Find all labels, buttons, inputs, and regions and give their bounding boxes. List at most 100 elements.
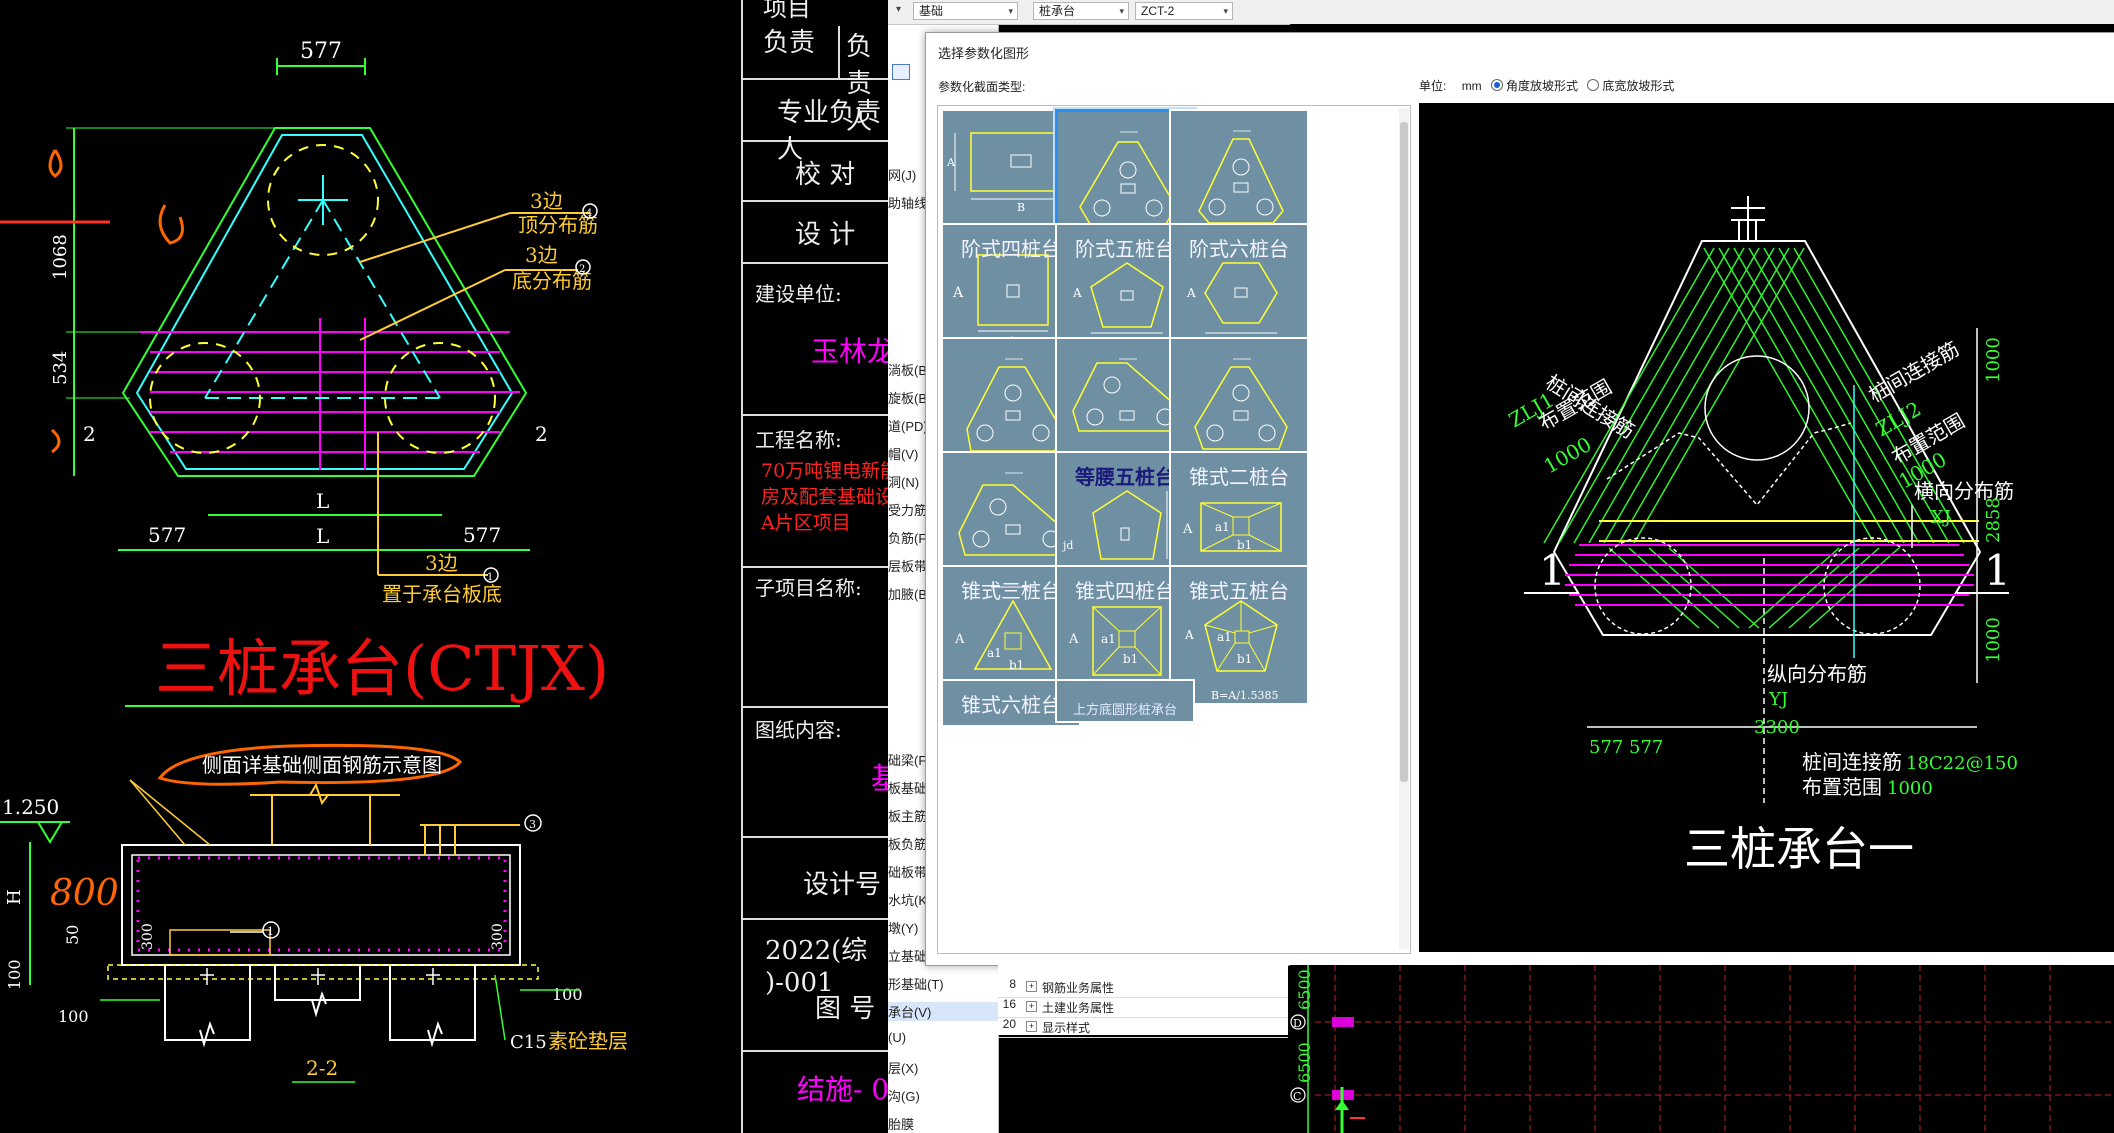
tree-item[interactable]: 墩(Y)	[888, 918, 918, 937]
dim-300-left: 300	[140, 923, 156, 950]
callout-2: 2	[579, 264, 585, 275]
tb-design-no-label: 设计号	[803, 870, 882, 900]
tree-item[interactable]: 沟(G)	[888, 1086, 920, 1105]
shape-preview: ZLJ1 桩间连接筋 布置范围 1000 桩间连接筋 ZLJ2 布置范围 100…	[1419, 103, 2114, 952]
expand-icon[interactable]: +	[1026, 1001, 1037, 1012]
c15-note: 素砼垫层	[548, 1029, 628, 1053]
tree-item[interactable]: 立基础	[888, 946, 927, 965]
dim-50: 50	[63, 925, 82, 945]
dim-100-v: 100	[5, 959, 24, 990]
gallery-scroll-thumb[interactable]	[1400, 122, 1408, 782]
tb-project-lead-label-2: 负责	[763, 28, 816, 58]
svg-text:b1: b1	[1123, 652, 1138, 666]
chevron-down-icon: ▾	[1119, 6, 1124, 16]
tree-item[interactable]: 承台(V)	[888, 1002, 998, 1021]
note-top-bars-count: 3边	[530, 189, 563, 213]
shape-tile-label: 锥式五桩台	[1189, 579, 1289, 603]
svg-text:b1: b1	[1237, 652, 1252, 666]
expand-icon[interactable]: +	[1026, 981, 1037, 992]
tree-item[interactable]: 帽(V)	[888, 444, 918, 463]
tb-row-project-name: 工程名称: 70万吨锂电新能源新 房及配套基础设施建设 A片区项目	[743, 416, 951, 568]
shape-tile[interactable]: 上方底圆形桩承台	[1055, 679, 1195, 723]
svg-text:b1: b1	[1009, 658, 1024, 672]
svg-text:A: A	[946, 156, 956, 169]
svg-text:A: A	[952, 285, 964, 301]
cad-plan-grid[interactable]: 6500 6500 D C	[1290, 965, 2114, 1133]
tree-item[interactable]: 旋板(B	[888, 388, 927, 407]
prop-row[interactable]: 20 + 显示样式	[998, 1017, 1288, 1038]
dim-2-left: 2	[83, 422, 96, 446]
tb-row-check: 校 对	[743, 142, 893, 202]
dim-2-right: 2	[535, 422, 548, 446]
pile-cap-mark-d[interactable]	[1332, 1017, 1354, 1027]
tree-item[interactable]: 础梁(F	[888, 750, 926, 769]
dim-577-left: 577	[148, 523, 186, 547]
dim-100-bottom-left: 100	[58, 1007, 89, 1026]
tree-item[interactable]: 洞(N)	[888, 472, 919, 491]
preview-title: 三桩承台一	[1684, 822, 1914, 876]
preview-bottom-conn: 桩间连接筋	[1802, 750, 1902, 774]
tree-item[interactable]: 助轴线	[888, 193, 927, 212]
grid-axis-C: C	[1293, 1090, 1301, 1103]
hand-800: 800	[50, 873, 119, 914]
svg-text:B=A/1.5385: B=A/1.5385	[1211, 689, 1278, 702]
section-note: 侧面详基础侧面钢筋示意图	[202, 753, 442, 777]
gallery-scrollbar[interactable]	[1399, 108, 1409, 949]
tree-item[interactable]: 形基础(T)	[888, 974, 944, 993]
note-bottom-place: 置于承台板底	[382, 582, 502, 606]
expand-icon[interactable]: +	[1026, 1021, 1037, 1032]
radio-base-slope[interactable]	[1587, 79, 1600, 91]
cad-drawing-left[interactable]: 577 1068 534 2 2 L L 577 577 3边 顶分布筋 4 3…	[0, 0, 745, 1133]
tree-item[interactable]: 板负筋	[888, 834, 927, 853]
radio-base-slope-label[interactable]: 底宽放坡形式	[1602, 79, 1674, 93]
dim-top-577: 577	[300, 39, 342, 64]
tree-item[interactable]: 板主筋	[888, 806, 927, 825]
tree-item[interactable]: 道(PD)	[888, 416, 928, 435]
svg-text:A: A	[1072, 286, 1082, 300]
combo-category[interactable]: 基础 ▾	[913, 2, 1018, 20]
prop-row[interactable]: 16 + 土建业务属性	[998, 997, 1288, 1018]
combo-type[interactable]: 桩承台 ▾	[1033, 2, 1129, 20]
radio-angle-slope-label[interactable]: 角度放坡形式	[1506, 79, 1578, 93]
big-title: 三桩承台(CTJX)	[155, 632, 609, 705]
shape-tile-label: 阶式六桩台	[1189, 237, 1289, 261]
property-table[interactable]: 8 + 钢筋业务属性 16 + 土建业务属性 20 + 显示样式	[998, 955, 1288, 1038]
tb-drawing-no-label: 图 号	[815, 994, 876, 1024]
panel-list-icon[interactable]	[892, 64, 910, 80]
section-type-label: 参数化截面类型:	[938, 80, 1026, 94]
shape-gallery[interactable]: BA矩形承台三桩承台一三桩承台二AA阶式四桩台B=A/1.5385A阶式五桩台B…	[937, 105, 1411, 954]
toolbar-arrow-icon[interactable]: ▾	[896, 4, 901, 15]
preview-dim-3300: 3300	[1754, 717, 1800, 738]
tree-item[interactable]: 网(J)	[888, 165, 916, 184]
svg-text:A: A	[1184, 628, 1194, 642]
preview-long-bars: 纵向分布筋	[1767, 662, 1867, 686]
tree-item[interactable]: 加腋(B	[888, 584, 927, 603]
callout-4: 4	[586, 208, 592, 219]
preview-sec-mark-right: 1	[1984, 546, 2011, 595]
tree-item[interactable]: 础板带	[888, 862, 927, 881]
svg-text:B: B	[1017, 201, 1025, 214]
tree-item[interactable]: 层(X)	[888, 1058, 918, 1077]
tree-item[interactable]: 受力筋	[888, 500, 927, 519]
tree-item[interactable]: (U)	[888, 1030, 906, 1045]
tree-item[interactable]: 淌板(B	[888, 360, 927, 379]
tree-item[interactable]: 水坑(K	[888, 890, 927, 909]
preview-yj: YJ	[1768, 689, 1788, 710]
combo-component[interactable]: ZCT-2 ▾	[1135, 2, 1233, 20]
chevron-down-icon: ▾	[1008, 6, 1013, 16]
callout-1-section: 1	[267, 925, 274, 938]
dim-1068: 1068	[50, 234, 71, 280]
tb-design: 设 计	[795, 220, 856, 250]
radio-angle-slope[interactable]	[1491, 79, 1504, 91]
tree-item[interactable]: 胎膜	[888, 1114, 914, 1133]
dim-L-1: L	[316, 489, 329, 513]
drawing-title-block: 项目 负责 负责人 专业负责人 校 对 设 计 建设单位: 玉林龙腾 工程名称:…	[741, 0, 951, 1133]
tree-item[interactable]: 负筋(F	[888, 528, 926, 547]
tree-item[interactable]: 板基础	[888, 778, 927, 797]
tree-item[interactable]: 层板带	[888, 556, 927, 575]
prop-row[interactable]: 8 + 钢筋业务属性	[998, 977, 1288, 998]
note-bottom-bars-count: 3边	[525, 243, 558, 267]
svg-text:A: A	[1068, 632, 1079, 647]
chevron-down-icon: ▾	[1223, 6, 1228, 16]
svg-text:A: A	[1182, 522, 1193, 537]
